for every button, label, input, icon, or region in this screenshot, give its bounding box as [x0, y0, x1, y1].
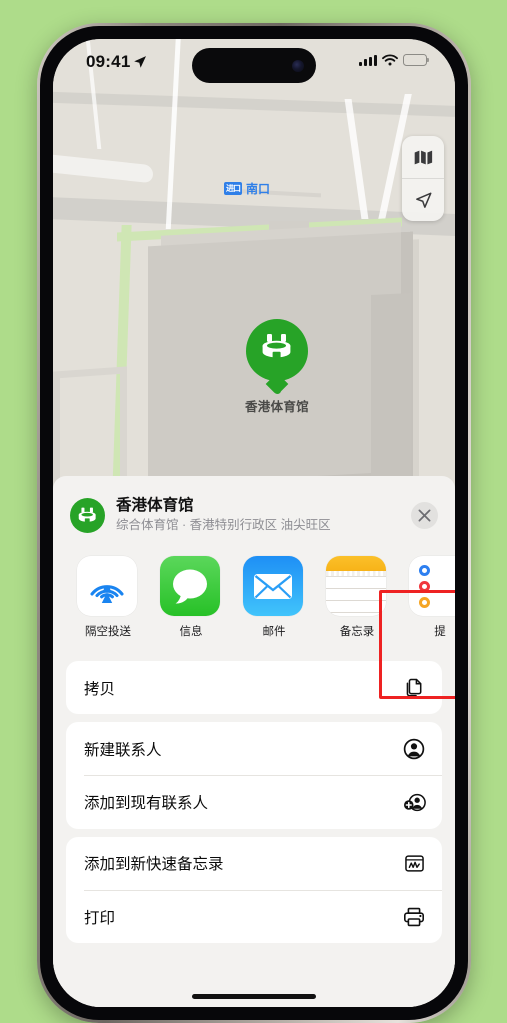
share-app-airdrop[interactable]: 隔空投送 — [77, 556, 139, 639]
action-label: 打印 — [84, 909, 116, 927]
share-action-list[interactable]: 拷贝 新建联系人 添加到现有联系人 添加到新快速备忘录 打印 — [66, 661, 442, 944]
page-title: 香港体育馆 — [116, 497, 194, 514]
copy-icon — [402, 677, 426, 698]
action-group: 新建联系人 添加到现有联系人 — [66, 722, 442, 829]
action-label: 新建联系人 — [84, 741, 162, 759]
action-row-print[interactable]: 打印 — [66, 890, 442, 943]
stadium-icon — [78, 507, 96, 522]
front-camera-icon — [292, 59, 304, 72]
map-road — [344, 99, 369, 219]
avatar — [70, 497, 105, 533]
status-indicators — [359, 54, 430, 66]
signal-bars-icon — [359, 54, 377, 66]
action-row-copy[interactable]: 拷贝 — [66, 661, 442, 714]
person-circle-icon — [402, 738, 426, 760]
mail-icon — [243, 556, 303, 616]
dynamic-island — [192, 48, 316, 83]
battery-icon — [403, 54, 430, 66]
share-app-label: 邮件 — [262, 626, 286, 638]
action-row-add-existing-contact[interactable]: 添加到现有联系人 — [66, 776, 442, 829]
transit-badge: 进口 — [224, 182, 242, 195]
status-clock: 09:41 — [86, 52, 147, 72]
share-app-label: 信息 — [179, 626, 203, 638]
phone-bezel: 进口 南口 香港体育馆 09:41 香港体育馆 综合体育馆 · 香港特别行政区 … — [40, 26, 468, 1020]
status-bar: 09:41 — [53, 39, 455, 91]
map-road — [53, 91, 455, 118]
share-app-label: 备忘录 — [339, 626, 375, 638]
close-button[interactable] — [411, 501, 438, 529]
map-road — [53, 152, 153, 184]
action-label: 添加到现有联系人 — [84, 795, 209, 813]
phone-device-frame: 进口 南口 香港体育馆 09:41 香港体育馆 综合体育馆 · 香港特别行政区 … — [37, 23, 471, 1023]
messages-icon — [160, 556, 220, 616]
share-sheet[interactable]: 香港体育馆 综合体育馆 · 香港特别行政区 油尖旺区 隔空投送 信息 邮件 备忘… — [53, 476, 455, 1007]
map-style-button[interactable] — [402, 136, 444, 178]
share-app-label: 提 — [434, 626, 446, 638]
share-app-mail[interactable]: 邮件 — [243, 556, 305, 639]
share-app-messages[interactable]: 信息 — [160, 556, 222, 639]
action-row-quick-note[interactable]: 添加到新快速备忘录 — [66, 837, 442, 890]
share-app-label: 隔空投送 — [85, 626, 131, 638]
close-icon — [418, 509, 431, 521]
action-row-new-contact[interactable]: 新建联系人 — [66, 722, 442, 775]
transit-label: 南口 — [246, 182, 271, 196]
home-indicator[interactable] — [192, 994, 316, 999]
wifi-icon — [382, 54, 398, 66]
share-app-row[interactable]: 隔空投送 信息 邮件 备忘录 提 — [53, 534, 455, 639]
phone-screen: 进口 南口 香港体育馆 09:41 香港体育馆 综合体育馆 · 香港特别行政区 … — [53, 39, 455, 1007]
person-badge-plus-icon — [402, 792, 426, 813]
map-building-annex — [371, 292, 411, 491]
action-group: 拷贝 — [66, 661, 442, 714]
location-arrow-icon — [134, 56, 147, 68]
action-label: 拷贝 — [84, 680, 116, 698]
locate-me-button[interactable] — [402, 179, 444, 221]
share-app-reminders[interactable]: 提 — [409, 556, 455, 639]
quick-note-icon — [402, 854, 426, 873]
poi-label: 香港体育馆 — [244, 400, 309, 414]
action-group: 添加到新快速备忘录 打印 — [66, 836, 442, 944]
printer-icon — [402, 907, 426, 927]
clock-text: 09:41 — [86, 52, 131, 71]
share-app-notes[interactable]: 备忘录 — [326, 556, 388, 639]
notes-icon — [326, 556, 386, 616]
map-transit-marker[interactable]: 进口 南口 — [224, 180, 270, 197]
action-label: 添加到新快速备忘录 — [84, 856, 224, 874]
folded-map-icon — [414, 150, 432, 164]
stadium-icon — [246, 319, 308, 381]
reminders-icon — [409, 556, 455, 616]
airdrop-icon — [77, 556, 137, 616]
share-sheet-header: 香港体育馆 综合体育馆 · 香港特别行政区 油尖旺区 — [53, 476, 455, 534]
page-subtitle: 综合体育馆 · 香港特别行政区 油尖旺区 — [116, 518, 331, 532]
location-arrow-icon — [415, 192, 431, 208]
share-sheet-subject: 香港体育馆 综合体育馆 · 香港特别行政区 油尖旺区 — [116, 496, 411, 534]
map-controls[interactable] — [402, 136, 444, 221]
map-poi-pin[interactable]: 香港体育馆 — [234, 319, 320, 415]
